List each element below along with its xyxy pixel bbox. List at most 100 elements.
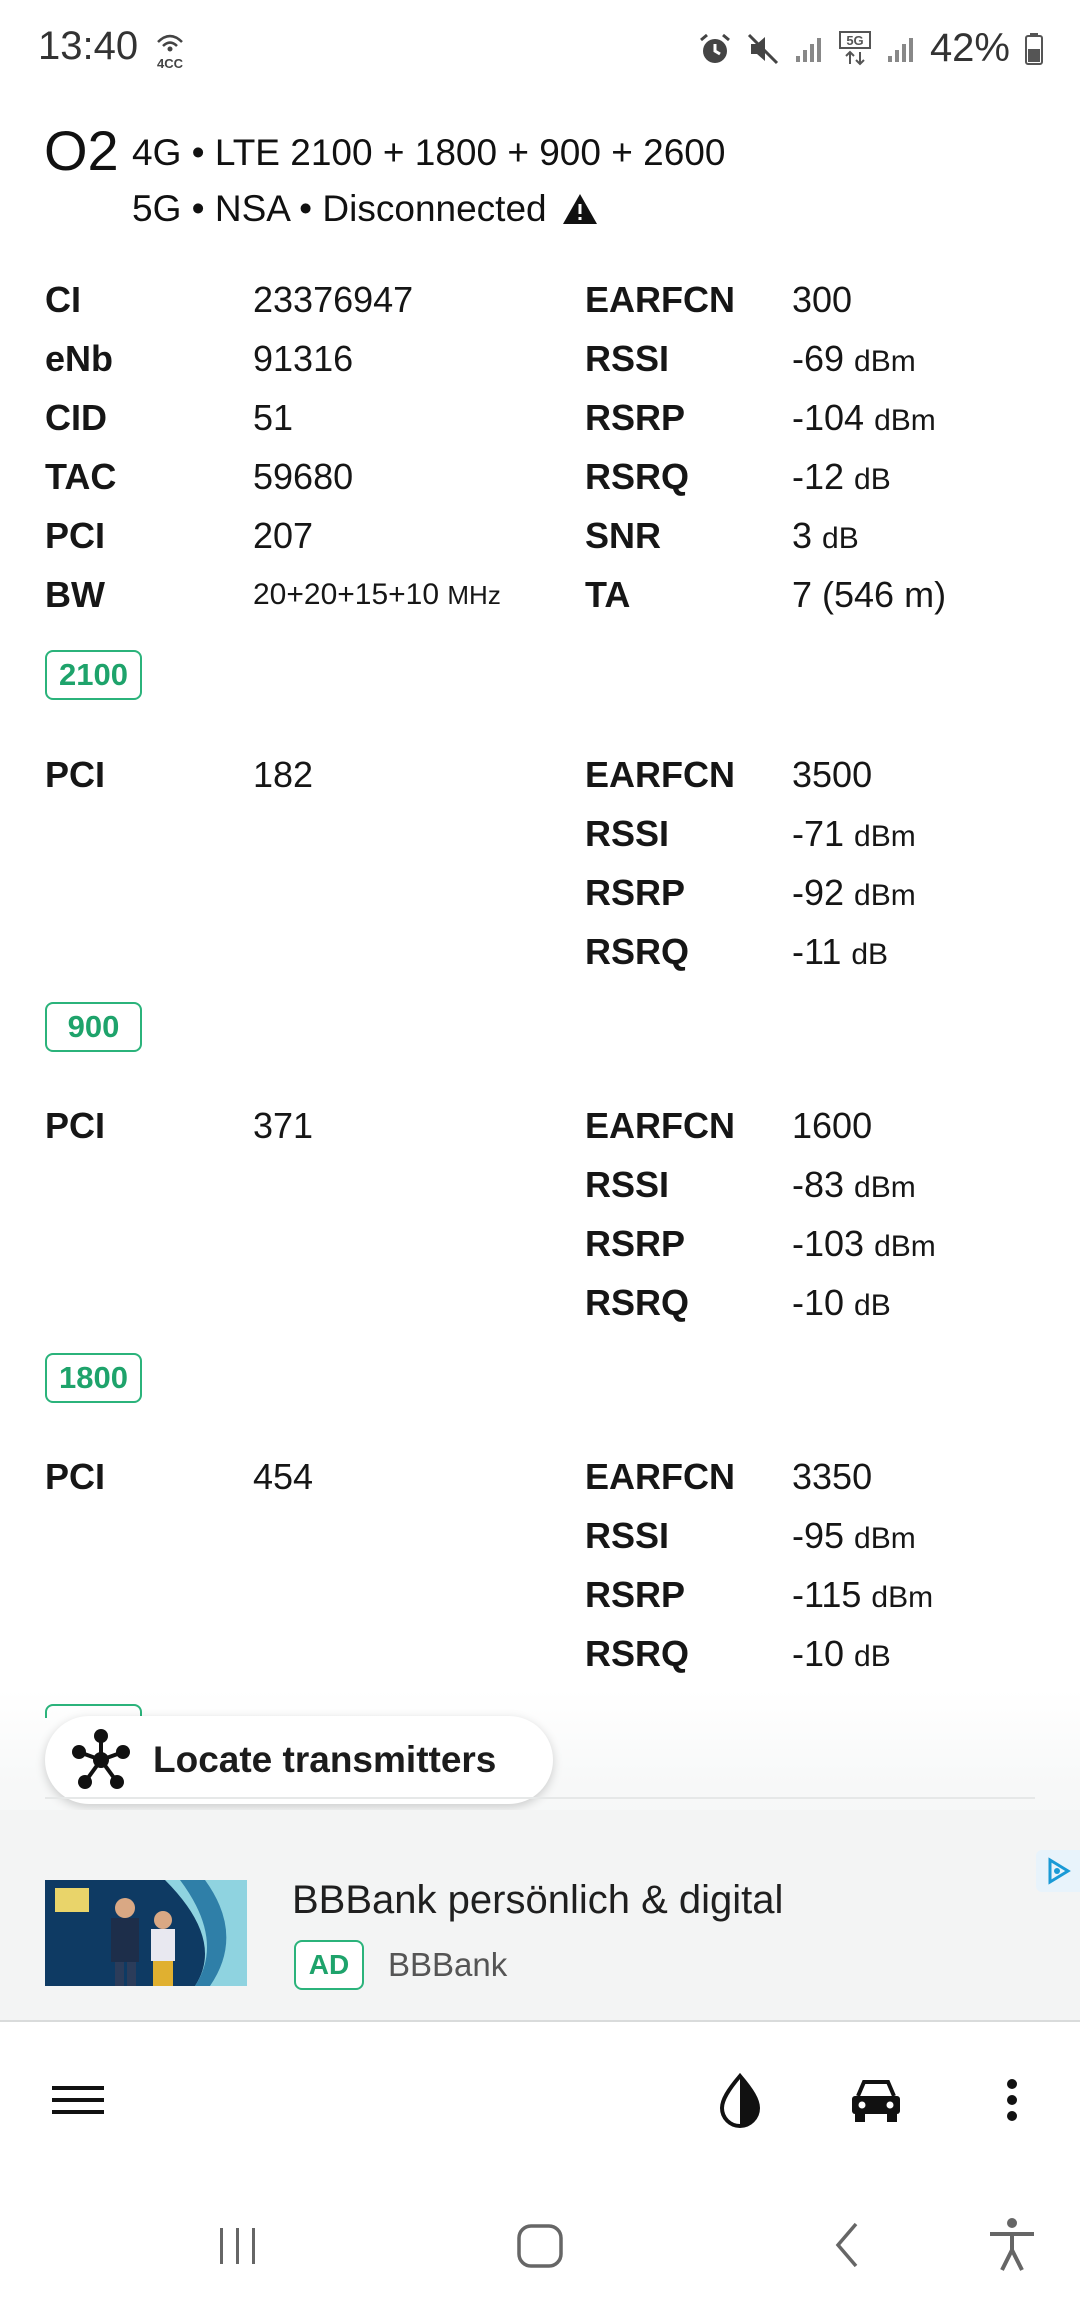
enb-value: 91316: [253, 338, 354, 379]
enb-label: eNb: [45, 338, 114, 379]
accessibility-icon[interactable]: [984, 2214, 1040, 2274]
rsrp-value: -115 dBm: [792, 1570, 933, 1623]
rssi-number: -83: [792, 1164, 845, 1205]
recent-apps-icon[interactable]: [210, 2214, 266, 2274]
mute-icon: [747, 33, 778, 64]
rsrq-value: -10 dB: [792, 1278, 891, 1331]
divider: [45, 1797, 1035, 1799]
ad-image[interactable]: [45, 1880, 247, 1986]
snr-label: SNR: [585, 515, 662, 556]
rsrq-unit: dB: [854, 463, 891, 496]
pci-value: 207: [253, 515, 314, 556]
svg-text:5G: 5G: [846, 33, 863, 48]
operator-name: O2: [44, 119, 119, 182]
rssi-label: RSSI: [585, 338, 670, 379]
band-badge: 2100: [45, 650, 142, 700]
battery-percent: 42%: [929, 26, 1010, 70]
back-icon[interactable]: [820, 2214, 876, 2274]
ci-label: CI: [45, 279, 81, 320]
system-navigation-bar: [0, 2180, 1080, 2316]
rssi-label: RSSI: [585, 1164, 670, 1205]
rssi-value: -71 dBm: [792, 809, 916, 862]
rssi-number: -71: [792, 813, 845, 854]
signal-icon: [795, 37, 821, 62]
alarm-icon: [699, 33, 730, 63]
cid-value: 51: [253, 397, 294, 438]
cid-label: CID: [45, 397, 107, 438]
transmitter-network-icon: [72, 1729, 130, 1789]
rssi-unit: dBm: [854, 820, 916, 853]
locate-transmitters-label: Locate transmitters: [153, 1739, 497, 1780]
network-4cc-icon: 4CC: [157, 34, 184, 71]
rssi-number: -95: [792, 1515, 845, 1556]
bottom-app-bar: [0, 2020, 1080, 2180]
ad-banner[interactable]: BBBank persönlich & digital AD BBBank: [0, 1810, 1080, 2020]
rsrp-label: RSRP: [585, 1223, 686, 1264]
rsrp-unit: dBm: [874, 404, 936, 437]
ta-value: 7 (546 m): [792, 574, 947, 615]
pci-label: PCI: [45, 754, 106, 795]
rsrp-unit: dBm: [871, 1581, 934, 1614]
pci-label: PCI: [45, 1456, 106, 1497]
rssi-value: -95 dBm: [792, 1511, 916, 1564]
rsrq-label: RSRQ: [585, 1282, 690, 1323]
rssi-label: RSSI: [585, 813, 670, 854]
rssi-label: RSSI: [585, 1515, 670, 1556]
band-badge: 1800: [45, 1353, 142, 1403]
snr-number: 3: [792, 515, 813, 556]
locate-transmitters-button[interactable]: Locate transmitters: [45, 1716, 553, 1804]
bw-number: 20+20+15+10: [253, 578, 440, 611]
lte-bands-summary: 4G • LTE 2100 + 1800 + 900 + 2600: [132, 132, 726, 173]
theme-contrast-icon[interactable]: [712, 2070, 768, 2130]
5g-icon: 5G: [838, 30, 871, 65]
car-icon[interactable]: [846, 2070, 906, 2130]
tac-value: 59680: [253, 456, 354, 497]
rsrq-unit: dB: [854, 1640, 891, 1673]
snr-unit: dB: [822, 522, 859, 555]
rsrq-value: -12 dB: [792, 452, 891, 505]
ad-sponsor: BBBank: [388, 1946, 508, 1983]
earfcn-label: EARFCN: [585, 1105, 735, 1146]
rsrp-unit: dBm: [854, 879, 916, 912]
rsrq-label: RSRQ: [585, 1633, 690, 1674]
rsrp-value: -92 dBm: [792, 868, 916, 921]
rsrq-unit: dB: [851, 938, 889, 971]
rsrq-number: -12: [792, 456, 845, 497]
rsrp-value: -103 dBm: [792, 1219, 936, 1272]
rsrp-value: -104 dBm: [792, 393, 936, 446]
ci-value: 23376947: [253, 279, 414, 320]
status-bar: 13:40 4CC 5G 42%: [0, 0, 1080, 96]
rsrp-number: -103: [792, 1223, 865, 1264]
rsrq-number: -10: [792, 1282, 845, 1323]
ad-title[interactable]: BBBank persönlich & digital: [292, 1878, 783, 1923]
rsrq-unit: dB: [854, 1289, 891, 1322]
home-icon[interactable]: [512, 2214, 568, 2274]
earfcn-value: 300: [792, 279, 853, 320]
rsrq-value: -10 dB: [792, 1629, 891, 1682]
rsrp-number: -104: [792, 397, 865, 438]
bw-label: BW: [45, 574, 105, 615]
pci-label: PCI: [45, 1105, 106, 1146]
rssi-unit: dBm: [854, 1171, 916, 1204]
rsrp-label: RSRP: [585, 872, 686, 913]
adchoices-icon[interactable]: [1036, 1850, 1080, 1892]
band-badge: 900: [45, 1002, 142, 1052]
rssi-unit: dBm: [854, 345, 916, 378]
rsrq-label: RSRQ: [585, 931, 690, 972]
pci-label: PCI: [45, 515, 106, 556]
5g-status-text: 5G • NSA • Disconnected: [132, 188, 547, 229]
snr-value: 3 dB: [792, 511, 859, 564]
more-vert-icon[interactable]: [994, 2070, 1030, 2130]
rssi-unit: dBm: [854, 1522, 916, 1555]
rsrq-number: -10: [792, 1633, 845, 1674]
earfcn-value: 1600: [792, 1105, 873, 1146]
rsrp-number: -115: [792, 1574, 862, 1615]
tac-label: TAC: [45, 456, 117, 497]
warning-icon: [562, 194, 597, 224]
menu-icon[interactable]: [50, 2070, 106, 2130]
earfcn-label: EARFCN: [585, 279, 735, 320]
rsrq-value: -11 dB: [792, 927, 888, 980]
5g-status: 5G • NSA • Disconnected: [132, 188, 599, 230]
rssi-value: -69 dBm: [792, 334, 916, 387]
rsrq-number: -11: [792, 931, 842, 972]
